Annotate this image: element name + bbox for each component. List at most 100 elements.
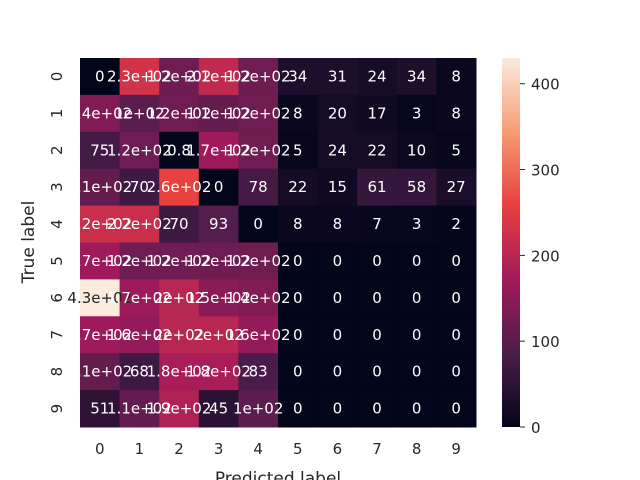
cell-annotation: 45 xyxy=(209,400,228,418)
x-tick-label: 9 xyxy=(451,440,461,458)
cell-annotation: 0 xyxy=(293,326,303,344)
cell-annotation: 22 xyxy=(367,141,386,159)
cell-annotation: 1.1e+02 xyxy=(67,363,132,381)
x-tick-label: 6 xyxy=(333,440,343,458)
cell-annotation: 10 xyxy=(407,141,426,159)
y-axis-ticks: 0 1 2 3 4 5 6 7 8 9 xyxy=(48,72,66,414)
cell-annotation: 0 xyxy=(293,400,303,418)
x-axis-ticks: 0 1 2 3 4 5 6 7 8 9 xyxy=(95,440,461,458)
y-tick-label: 6 xyxy=(48,293,66,303)
cell-annotation: 34 xyxy=(407,67,426,85)
cell-annotation: 0 xyxy=(372,400,382,418)
cell-annotation: 0 xyxy=(333,400,343,418)
y-tick-label: 9 xyxy=(48,404,66,414)
cell-annotation: 1.2e+02 xyxy=(226,252,291,270)
colorbar-tick-label: 0 xyxy=(531,419,541,437)
cell-annotation: 1.4e+02 xyxy=(226,289,291,307)
cell-annotation: 1.8e+02 xyxy=(186,363,251,381)
cell-annotation: 20 xyxy=(328,104,347,122)
cell-annotation: 0 xyxy=(451,400,461,418)
cell-annotation: 1.1e+02 xyxy=(67,178,132,196)
cell-annotation: 1e+02 xyxy=(233,400,283,418)
cell-annotation: 0 xyxy=(333,252,343,270)
cell-annotation: 0 xyxy=(293,252,303,270)
colorbar-tick-label: 300 xyxy=(531,162,560,180)
cell-annotation: 24 xyxy=(367,67,386,85)
cell-annotation: 22 xyxy=(288,178,307,196)
cell-annotation: 0 xyxy=(451,363,461,381)
cell-annotation: 27 xyxy=(447,178,466,196)
cell-annotation: 1.2e+02 xyxy=(107,141,172,159)
y-tick-label: 5 xyxy=(48,256,66,266)
cell-annotation: 83 xyxy=(249,363,268,381)
cell-annotation: 0 xyxy=(333,289,343,307)
cell-annotation: 8 xyxy=(451,104,461,122)
x-tick-label: 8 xyxy=(412,440,422,458)
cell-annotation: 2 xyxy=(451,215,461,233)
cell-annotation: 1.6e+02 xyxy=(226,326,291,344)
y-tick-label: 0 xyxy=(48,72,66,82)
colorbar-ticks: 0 100 200 300 400 xyxy=(520,76,560,437)
x-tick-label: 3 xyxy=(214,440,224,458)
cell-annotation: 17 xyxy=(367,104,386,122)
cell-annotation: 24 xyxy=(328,141,347,159)
cell-annotation: 8 xyxy=(293,104,303,122)
y-tick-label: 8 xyxy=(48,367,66,377)
cell-annotation: 34 xyxy=(288,67,307,85)
cell-annotation: 0 xyxy=(372,252,382,270)
x-tick-label: 5 xyxy=(293,440,303,458)
cell-annotation: 0 xyxy=(451,252,461,270)
cell-annotation: 0 xyxy=(95,67,105,85)
cell-annotation: 5 xyxy=(293,141,303,159)
cell-annotation: 3 xyxy=(412,215,422,233)
cell-annotation: 70 xyxy=(169,215,188,233)
cell-annotation: 93 xyxy=(209,215,228,233)
cell-annotation: 61 xyxy=(367,178,386,196)
cell-annotation: 0 xyxy=(293,289,303,307)
cell-annotation: 0 xyxy=(412,252,422,270)
cell-annotation: 1.9e+02 xyxy=(147,400,212,418)
cell-annotation: 0 xyxy=(372,326,382,344)
cell-annotation: 0 xyxy=(372,363,382,381)
x-tick-label: 0 xyxy=(95,440,105,458)
confusion-matrix-chart: 0 2.3e+021.2e+022.1e+021.2e+0234 31 24 34 81.… xyxy=(19,58,560,480)
cell-annotation: 0 xyxy=(412,289,422,307)
cell-annotation: 58 xyxy=(407,178,426,196)
cell-annotation: 7 xyxy=(372,215,382,233)
cell-annotation: 15 xyxy=(328,178,347,196)
cell-annotation: 3 xyxy=(412,104,422,122)
x-tick-label: 2 xyxy=(174,440,184,458)
cell-annotation: 0 xyxy=(293,363,303,381)
cell-annotation: 0 xyxy=(372,289,382,307)
colorbar-tick-label: 400 xyxy=(531,76,560,94)
cell-annotation: 0 xyxy=(412,363,422,381)
y-tick-label: 4 xyxy=(48,219,66,229)
colorbar xyxy=(502,58,520,427)
cell-annotation: 0 xyxy=(253,215,263,233)
x-axis-label: Predicted label xyxy=(215,469,341,480)
cell-annotation: 0 xyxy=(451,289,461,307)
colorbar-tick-label: 100 xyxy=(531,333,560,351)
cell-annotation: 5 xyxy=(451,141,461,159)
cell-annotation: 2.2e+02 xyxy=(107,215,172,233)
cell-annotation: 8 xyxy=(451,67,461,85)
x-tick-label: 4 xyxy=(253,440,263,458)
colorbar-tick-label: 200 xyxy=(531,247,560,265)
cell-annotation: 31 xyxy=(328,67,347,85)
x-tick-label: 7 xyxy=(372,440,382,458)
y-tick-label: 2 xyxy=(48,145,66,155)
cell-annotation: 0 xyxy=(214,178,224,196)
y-tick-label: 1 xyxy=(48,109,66,119)
cell-annotation: 2.6e+02 xyxy=(147,178,212,196)
cell-annotation: 0 xyxy=(451,326,461,344)
cell-annotation: 8 xyxy=(333,215,343,233)
cell-annotation: 0 xyxy=(333,326,343,344)
y-axis-label: True label xyxy=(19,201,39,285)
y-tick-label: 3 xyxy=(48,182,66,192)
cell-annotation: 78 xyxy=(249,178,268,196)
x-tick-label: 1 xyxy=(135,440,145,458)
cell-annotation: 1.2e+02 xyxy=(226,141,291,159)
cell-annotation: 0 xyxy=(333,363,343,381)
cell-annotation: 1.2e+02 xyxy=(226,67,291,85)
cell-annotation: 8 xyxy=(293,215,303,233)
